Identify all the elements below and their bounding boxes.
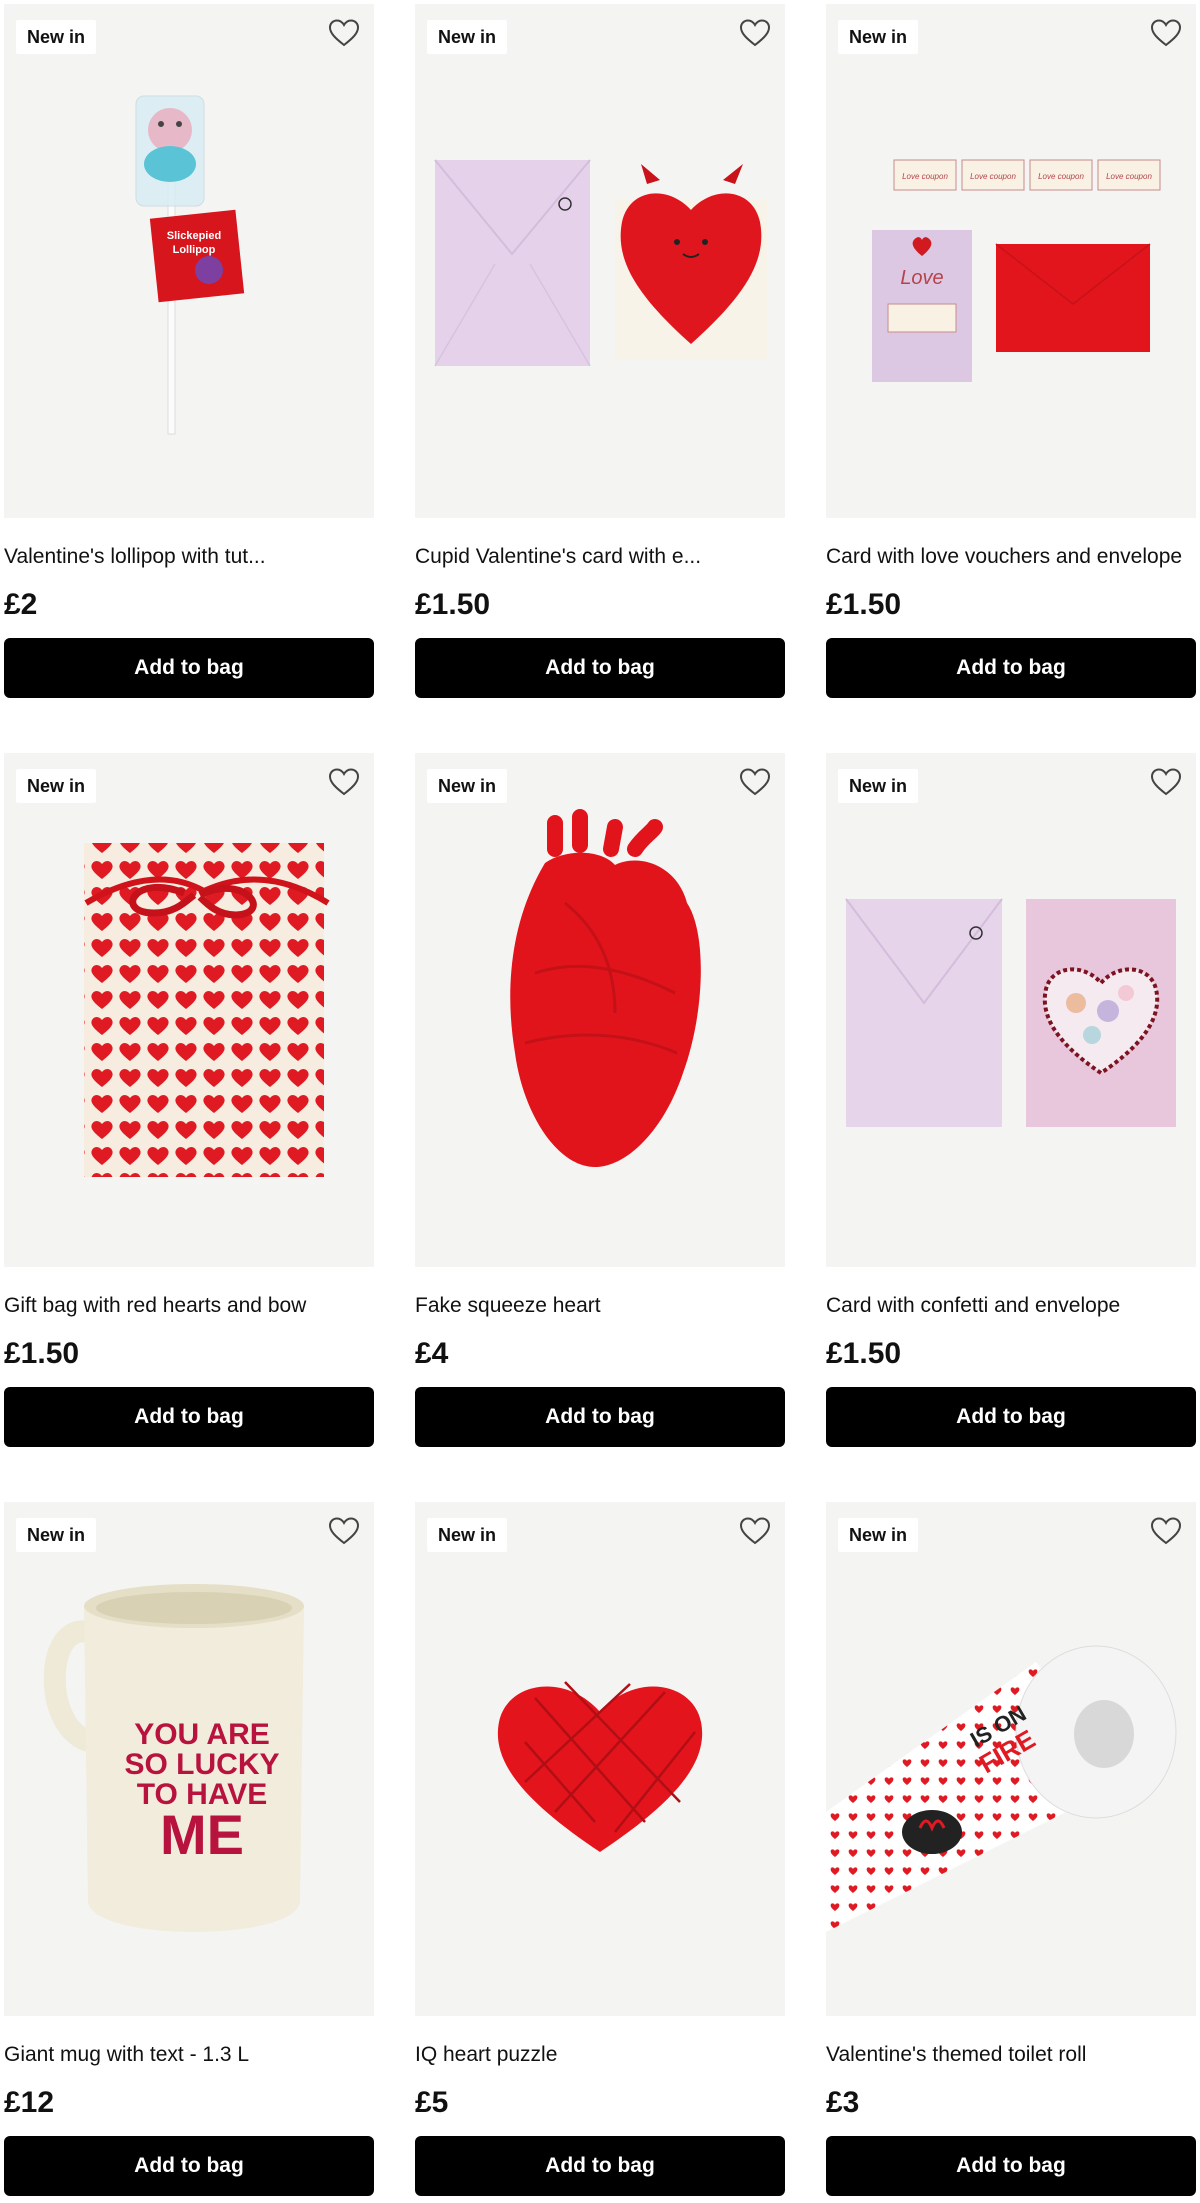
product-title[interactable]: Card with love vouchers and envelope: [826, 544, 1196, 570]
add-to-bag-button[interactable]: Add to bag: [4, 1387, 374, 1447]
card-love-text: Love: [900, 267, 943, 289]
product-price: £5: [415, 2086, 449, 2119]
product-price: £3: [826, 2086, 860, 2119]
lollipop-tag-text: Slickepied: [167, 230, 221, 242]
product-image[interactable]: Love coupon Love coupon Love coupon Love…: [826, 4, 1196, 518]
mug-image: YOU ARE SO LUCKY TO HAVE ME: [43, 1584, 304, 1932]
heart-outline-icon[interactable]: [1150, 767, 1182, 797]
new-in-badge: New in: [427, 20, 508, 54]
heart-outline-icon[interactable]: [739, 767, 771, 797]
add-to-bag-button[interactable]: Add to bag: [415, 1387, 785, 1447]
product-price: £1.50: [826, 1337, 902, 1370]
product-price: £4: [415, 1337, 449, 1370]
product-price: £1.50: [4, 1337, 80, 1370]
heart-outline-icon[interactable]: [739, 18, 771, 48]
lollipop-tag-text: Lollipop: [173, 244, 216, 256]
heart-outline-icon[interactable]: [328, 18, 360, 48]
product-title[interactable]: Giant mug with text - 1.3 L: [4, 2042, 374, 2068]
product-title[interactable]: Valentine's themed toilet roll: [826, 2042, 1196, 2068]
mug-text: ME: [160, 1803, 244, 1866]
product-image[interactable]: Slickepied Lollipop New in: [4, 4, 374, 518]
heart-outline-icon[interactable]: [1150, 1516, 1182, 1546]
heart-puzzle-image: [497, 1681, 703, 1852]
product-price: £12: [4, 2086, 55, 2119]
heart-outline-icon[interactable]: [328, 767, 360, 797]
heart-outline-icon[interactable]: [328, 1516, 360, 1546]
mug-text: YOU ARE: [134, 1718, 270, 1751]
voucher-text: Love coupon: [1038, 172, 1084, 181]
add-to-bag-button[interactable]: Add to bag: [415, 638, 785, 698]
new-in-badge: New in: [16, 20, 97, 54]
heart-outline-icon[interactable]: [1150, 18, 1182, 48]
product-image[interactable]: YOU ARE SO LUCKY TO HAVE ME New in: [4, 1502, 374, 2016]
product-title[interactable]: Cupid Valentine's card with e...: [415, 544, 785, 570]
new-in-badge: New in: [838, 20, 919, 54]
product-title[interactable]: Card with confetti and envelope: [826, 1293, 1196, 1319]
voucher-text: Love coupon: [1106, 172, 1152, 181]
new-in-badge: New in: [838, 769, 919, 803]
add-to-bag-button[interactable]: Add to bag: [415, 2136, 785, 2196]
new-in-badge: New in: [16, 769, 97, 803]
lollipop-image: Slickepied Lollipop: [135, 95, 245, 435]
product-title[interactable]: Gift bag with red hearts and bow: [4, 1293, 374, 1319]
product-image[interactable]: IS ON FIRE New in: [826, 1502, 1196, 2016]
product-image[interactable]: New in: [415, 1502, 785, 2016]
add-to-bag-button[interactable]: Add to bag: [826, 2136, 1196, 2196]
product-image[interactable]: New in: [826, 753, 1196, 1267]
cupid-card-image: [434, 159, 767, 367]
add-to-bag-button[interactable]: Add to bag: [4, 638, 374, 698]
product-title[interactable]: IQ heart puzzle: [415, 2042, 785, 2068]
voucher-card-image: Love coupon Love coupon Love coupon Love…: [872, 159, 1161, 382]
add-to-bag-button[interactable]: Add to bag: [4, 2136, 374, 2196]
new-in-badge: New in: [16, 1518, 97, 1552]
product-title[interactable]: Valentine's lollipop with tut...: [4, 544, 374, 570]
product-image[interactable]: New in: [415, 4, 785, 518]
voucher-text: Love coupon: [902, 172, 948, 181]
confetti-card-image: [845, 898, 1176, 1127]
product-title[interactable]: Fake squeeze heart: [415, 1293, 785, 1319]
voucher-text: Love coupon: [970, 172, 1016, 181]
squeeze-heart-image: [510, 809, 701, 1167]
mug-text: SO LUCKY: [124, 1748, 279, 1781]
heart-outline-icon[interactable]: [739, 1516, 771, 1546]
product-image[interactable]: New in: [4, 753, 374, 1267]
product-image[interactable]: New in: [415, 753, 785, 1267]
product-price: £2: [4, 588, 38, 621]
new-in-badge: New in: [427, 1518, 508, 1552]
gift-bag-image: [84, 843, 330, 1177]
new-in-badge: New in: [838, 1518, 919, 1552]
product-price: £1.50: [826, 588, 902, 621]
new-in-badge: New in: [427, 769, 508, 803]
add-to-bag-button[interactable]: Add to bag: [826, 1387, 1196, 1447]
add-to-bag-button[interactable]: Add to bag: [826, 638, 1196, 698]
toilet-roll-image: IS ON FIRE: [826, 1645, 1177, 1932]
product-price: £1.50: [415, 588, 491, 621]
